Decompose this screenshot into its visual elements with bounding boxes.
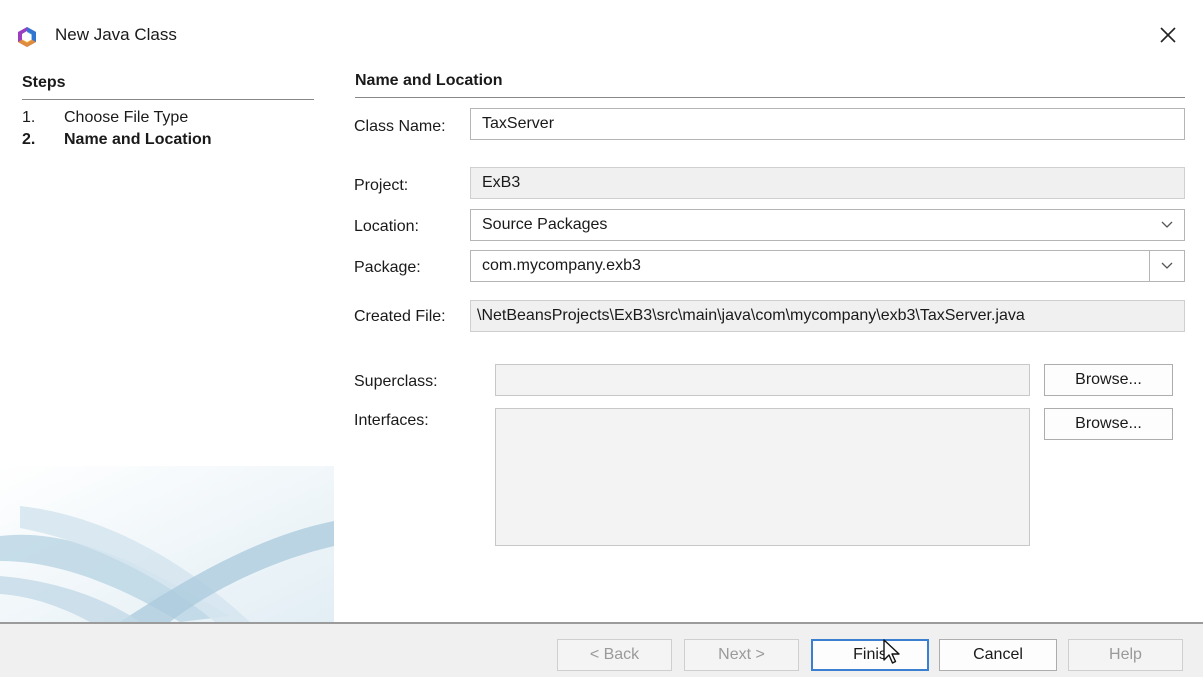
step-number: 2. bbox=[22, 131, 36, 148]
interfaces-browse-button[interactable]: Browse... bbox=[1044, 408, 1173, 440]
project-value: ExB3 bbox=[482, 174, 521, 191]
section-divider bbox=[355, 97, 1185, 98]
project-label: Project: bbox=[354, 177, 409, 194]
superclass-input[interactable] bbox=[495, 364, 1030, 396]
superclass-browse-button[interactable]: Browse... bbox=[1044, 364, 1173, 396]
steps-heading: Steps bbox=[22, 74, 66, 91]
step-number: 1. bbox=[22, 109, 36, 126]
created-file-field: \NetBeansProjects\ExB3\src\main\java\com… bbox=[470, 300, 1185, 332]
finish-button[interactable]: Finis bbox=[811, 639, 929, 671]
step-label: Name and Location bbox=[64, 131, 212, 148]
steps-panel: Steps 1. Choose File Type 2. Name and Lo… bbox=[0, 66, 334, 622]
location-value: Source Packages bbox=[482, 216, 608, 233]
wizard-decoration-graphic bbox=[0, 466, 334, 622]
step-name-and-location: 2. Name and Location bbox=[22, 131, 212, 149]
help-button[interactable]: Help bbox=[1068, 639, 1183, 671]
superclass-label: Superclass: bbox=[354, 373, 438, 390]
cancel-button[interactable]: Cancel bbox=[939, 639, 1057, 671]
interfaces-label: Interfaces: bbox=[354, 412, 429, 429]
package-label: Package: bbox=[354, 259, 421, 276]
interfaces-list[interactable] bbox=[495, 408, 1030, 546]
close-icon bbox=[1160, 27, 1176, 43]
close-button[interactable] bbox=[1150, 18, 1186, 52]
location-label: Location: bbox=[354, 218, 419, 235]
class-name-input[interactable]: TaxServer bbox=[470, 108, 1185, 140]
step-choose-file-type: 1. Choose File Type bbox=[22, 109, 188, 127]
project-field: ExB3 bbox=[470, 167, 1185, 199]
created-file-value: \NetBeansProjects\ExB3\src\main\java\com… bbox=[477, 307, 1025, 324]
class-name-value: TaxServer bbox=[482, 115, 555, 132]
created-file-label: Created File: bbox=[354, 308, 446, 325]
button-bar: < Back Next > Finis Cancel Help bbox=[0, 624, 1203, 677]
chevron-down-icon[interactable] bbox=[1150, 210, 1184, 240]
window-title: New Java Class bbox=[55, 25, 177, 44]
step-label: Choose File Type bbox=[64, 109, 189, 126]
package-combobox[interactable]: com.mycompany.exb3 bbox=[470, 250, 1185, 282]
title-bar: New Java Class bbox=[0, 0, 1203, 66]
back-button[interactable]: < Back bbox=[557, 639, 672, 671]
netbeans-cube-icon bbox=[18, 27, 36, 47]
mouse-pointer-icon bbox=[883, 639, 900, 664]
steps-divider bbox=[22, 99, 314, 100]
package-value: com.mycompany.exb3 bbox=[482, 257, 641, 274]
next-button[interactable]: Next > bbox=[684, 639, 799, 671]
chevron-down-icon[interactable] bbox=[1149, 251, 1184, 281]
section-title: Name and Location bbox=[355, 72, 503, 89]
location-combobox[interactable]: Source Packages bbox=[470, 209, 1185, 241]
class-name-label: Class Name: bbox=[354, 118, 446, 135]
form-panel: Name and Location Class Name: TaxServer … bbox=[334, 66, 1203, 622]
